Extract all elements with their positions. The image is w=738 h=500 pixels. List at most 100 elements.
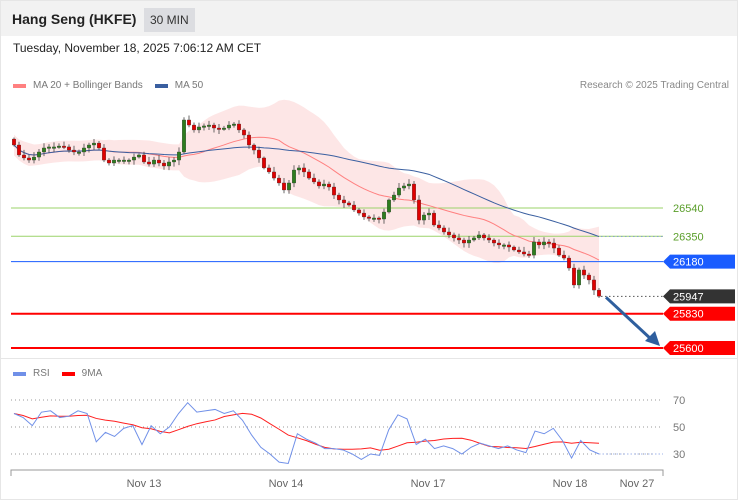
candle-body [317, 181, 321, 187]
candle-body [522, 251, 526, 255]
candle-body [337, 194, 341, 201]
candle-body [457, 237, 461, 241]
candle-body [67, 146, 71, 151]
candle-body [437, 224, 441, 229]
candle-body [247, 134, 251, 146]
candle-body [122, 159, 126, 162]
candle-body [117, 159, 121, 162]
candle-body [22, 154, 26, 159]
candle-body [237, 123, 241, 131]
candle-body [407, 183, 411, 187]
candle-body [167, 161, 171, 167]
candle-body [262, 157, 266, 169]
candle-body [192, 124, 196, 131]
candle-body [372, 217, 376, 220]
candle-body [92, 142, 96, 146]
candle-body [597, 289, 601, 297]
candle-body [127, 159, 131, 162]
candle-body [227, 124, 231, 129]
candle-body [367, 216, 371, 219]
candle-body [462, 239, 466, 244]
candle-body [482, 234, 486, 239]
candle-body [567, 257, 571, 269]
candle-body [427, 212, 431, 216]
candle-body [97, 142, 101, 149]
candle-body [107, 159, 111, 164]
candle-body [452, 234, 456, 239]
candle-body [547, 241, 551, 244]
rsi-ma9-line [13, 412, 600, 451]
candle-body [312, 177, 316, 183]
candle-body [382, 211, 386, 220]
candle-body [72, 149, 76, 153]
candle-body [347, 202, 351, 206]
candle-body [142, 154, 146, 163]
time-tick-label: Nov 18 [553, 478, 588, 490]
candle-body [37, 151, 41, 158]
candle-body [62, 145, 66, 148]
resistance-label-26540: 26540 [673, 203, 704, 215]
candle-body [267, 167, 271, 173]
candle-body [307, 171, 311, 179]
pivot-label-26180: 26180 [673, 257, 704, 269]
candle-body [187, 119, 191, 126]
time-tick-label: Nov 17 [411, 478, 446, 490]
candle-body [12, 138, 16, 146]
candle-body [77, 151, 81, 154]
time-tick-label: Nov 27 [620, 478, 655, 490]
candle-body [47, 146, 51, 149]
rsi-tick-30: 30 [673, 449, 685, 461]
rsi-tick-70: 70 [673, 395, 685, 407]
candle-body [517, 249, 521, 253]
candle-body [207, 124, 211, 127]
price-chart: 26540 26350 26180 25947 25830 25600 70 50 30 Nov … [10, 99, 735, 490]
candle-body [302, 167, 306, 173]
candle-body [397, 187, 401, 196]
candle-body [387, 199, 391, 213]
candle-body [257, 149, 261, 159]
candle-body [532, 241, 536, 256]
candle-body [487, 237, 491, 241]
time-tick-label: Nov 14 [269, 478, 304, 490]
candle-body [277, 177, 281, 184]
candle-body [392, 194, 396, 201]
forecast-arrow-head-icon [645, 331, 660, 346]
candle-body [377, 217, 381, 220]
candle-body [222, 127, 226, 130]
time-axis [10, 469, 664, 476]
candle-body [342, 199, 346, 204]
bollinger-band [14, 99, 599, 294]
candle-body [272, 171, 276, 179]
candle-body [542, 241, 546, 246]
candle-body [157, 159, 161, 164]
time-tick-label: Nov 13 [127, 478, 162, 490]
candle-body [217, 127, 221, 130]
candle-body [562, 254, 566, 259]
support-label-25600: 25600 [673, 343, 704, 355]
candle-body [87, 144, 91, 149]
last-label-25947: 25947 [673, 291, 704, 303]
candle-body [352, 204, 356, 211]
candle-body [152, 159, 156, 165]
candle-body [577, 269, 581, 286]
candle-body [557, 247, 561, 256]
candle-body [112, 159, 116, 164]
candle-body [402, 185, 406, 189]
candle-body [232, 123, 236, 126]
candle-body [537, 241, 541, 246]
candle-body [132, 156, 136, 161]
candle-body [322, 183, 326, 187]
candle-body [512, 246, 516, 251]
forecast-arrow-shaft [604, 296, 654, 342]
candle-body [412, 183, 416, 201]
candle-body [32, 156, 36, 161]
candle-body [212, 124, 216, 129]
candle-body [17, 144, 21, 156]
candle-body [362, 212, 366, 218]
candle-body [137, 154, 141, 158]
candle-body [292, 169, 296, 184]
candle-body [472, 237, 476, 241]
resistance-label-26350: 26350 [673, 231, 704, 243]
rsi-tick-50: 50 [673, 422, 685, 434]
candle-body [417, 199, 421, 221]
